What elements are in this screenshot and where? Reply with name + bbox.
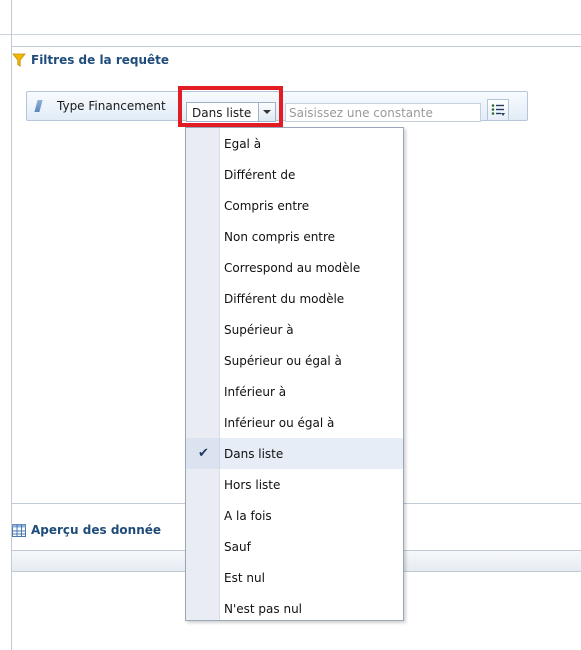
menu-item-label: Egal à: [224, 136, 262, 151]
filter-handle-icon[interactable]: [34, 100, 43, 112]
menu-item-label: Correspond au modèle: [224, 260, 361, 275]
menu-item-compris-entre[interactable]: Compris entre: [186, 190, 403, 221]
menu-item-label: Supérieur à: [224, 322, 294, 337]
menu-item-label: Compris entre: [224, 198, 310, 213]
menu-item-hors-liste[interactable]: Hors liste: [186, 469, 403, 500]
menu-item-superieur-egal[interactable]: Supérieur ou égal à: [186, 345, 403, 376]
operator-select-value: Dans liste: [192, 106, 252, 120]
menu-item-different-modele[interactable]: Différent du modèle: [186, 283, 403, 314]
list-options-icon: [491, 104, 505, 116]
menu-item-inferieur[interactable]: Inférieur à: [186, 376, 403, 407]
menu-item-non-compris-entre[interactable]: Non compris entre: [186, 221, 403, 252]
menu-item-label: Différent du modèle: [224, 291, 345, 306]
checkmark-icon: ✔: [198, 446, 209, 461]
menu-item-label: Est nul: [224, 570, 265, 585]
menu-item-superieur[interactable]: Supérieur à: [186, 314, 403, 345]
menu-item-correspond-modele[interactable]: Correspond au modèle: [186, 252, 403, 283]
data-preview-title: Aperçu des donnée: [31, 523, 162, 537]
menu-item-label: Non compris entre: [224, 229, 336, 244]
menu-item-label: A la fois: [224, 508, 272, 523]
menu-item-label: Inférieur à: [224, 384, 287, 399]
value-list-button[interactable]: [487, 99, 509, 121]
menu-item-inferieur-egal[interactable]: Inférieur ou égal à: [186, 407, 403, 438]
constant-input[interactable]: [285, 103, 481, 122]
filter-field-name: Type Financement: [57, 99, 166, 113]
menu-item-egal[interactable]: Egal à: [186, 128, 403, 159]
operator-dropdown-menu: Egal à Différent de Compris entre Non co…: [185, 127, 404, 621]
menu-item-est-pas-nul[interactable]: N'est pas nul: [186, 593, 403, 624]
menu-item-label: Hors liste: [224, 477, 281, 492]
menu-item-different[interactable]: Différent de: [186, 159, 403, 190]
operator-select[interactable]: Dans liste: [186, 102, 276, 122]
menu-item-dans-liste[interactable]: ✔ Dans liste: [186, 438, 403, 469]
top-panel: [0, 0, 581, 35]
query-filters-header: Filtres de la requête: [12, 48, 581, 72]
menu-item-sauf[interactable]: Sauf: [186, 531, 403, 562]
menu-item-a-la-fois[interactable]: A la fois: [186, 500, 403, 531]
funnel-icon: [12, 53, 26, 67]
menu-item-label: Sauf: [224, 539, 251, 554]
chevron-down-icon[interactable]: [258, 103, 275, 121]
table-grid-icon: [12, 523, 26, 537]
menu-item-label: Dans liste: [224, 446, 284, 461]
menu-item-est-nul[interactable]: Est nul: [186, 562, 403, 593]
menu-item-label: Différent de: [224, 167, 296, 182]
menu-item-label: Supérieur ou égal à: [224, 353, 342, 368]
query-filters-title: Filtres de la requête: [31, 53, 170, 67]
menu-item-label: N'est pas nul: [224, 601, 303, 616]
menu-item-label: Inférieur ou égal à: [224, 415, 335, 430]
